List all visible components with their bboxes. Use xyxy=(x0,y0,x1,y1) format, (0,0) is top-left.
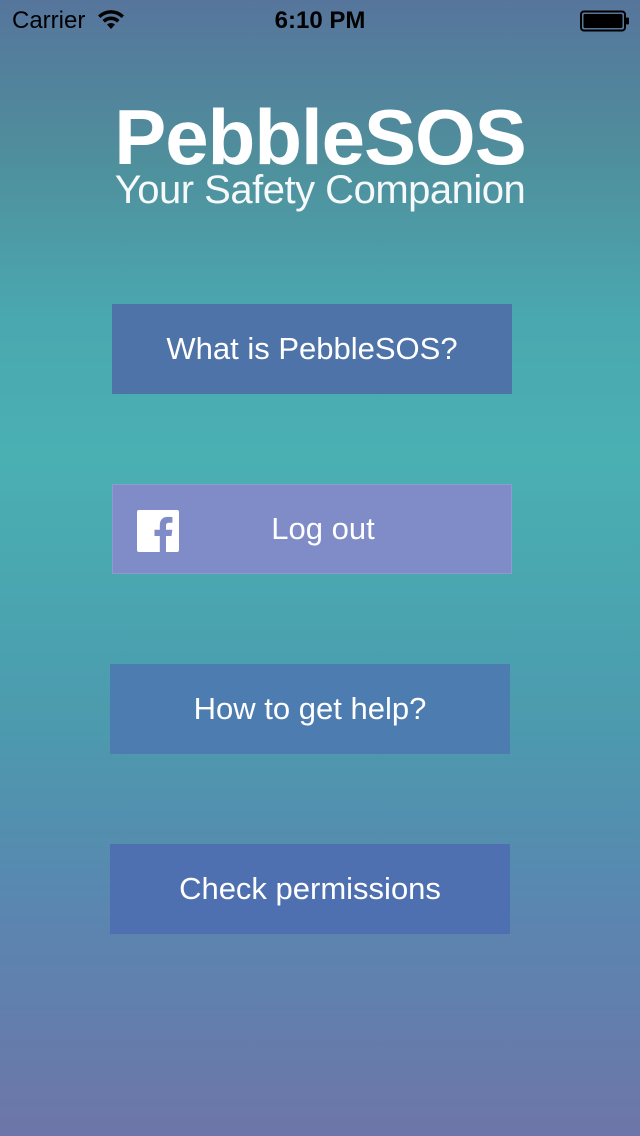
facebook-logout-button[interactable]: Log out xyxy=(112,484,512,574)
check-permissions-label: Check permissions xyxy=(179,871,441,906)
status-bar: Carrier 6:10 PM xyxy=(0,0,640,40)
clock-time: 6:10 PM xyxy=(274,7,366,34)
how-to-get-help-button[interactable]: How to get help? xyxy=(110,664,510,754)
what-is-pebblesos-button[interactable]: What is PebbleSOS? xyxy=(112,304,512,394)
battery-icon xyxy=(580,10,629,32)
how-to-get-help-label: How to get help? xyxy=(193,691,427,726)
what-is-pebblesos-label: What is PebbleSOS? xyxy=(166,331,458,366)
facebook-icon xyxy=(137,510,179,552)
logout-label: Log out xyxy=(271,511,375,546)
app-subtitle: Your Safety Companion xyxy=(114,168,526,212)
check-permissions-button[interactable]: Check permissions xyxy=(110,844,510,934)
